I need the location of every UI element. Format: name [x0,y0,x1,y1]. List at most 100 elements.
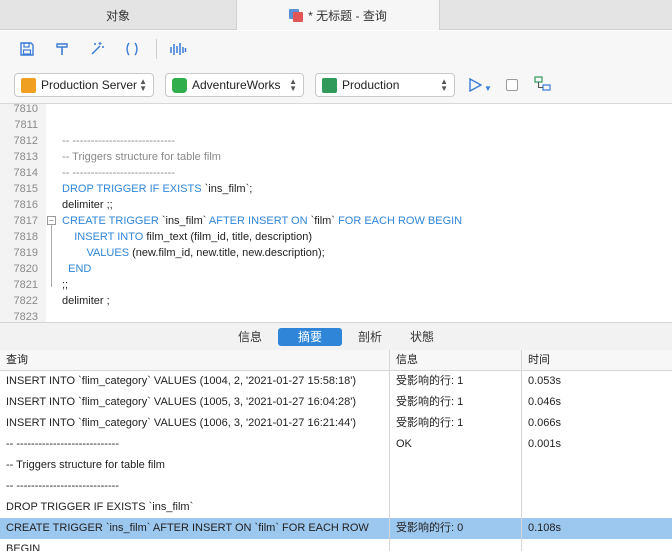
time-cell[interactable]: 0.108s [521,518,672,539]
message-cell[interactable] [389,497,521,518]
table-row[interactable]: INSERT INTO `flim_category` VALUES (1005… [0,392,672,413]
message-cell[interactable] [389,539,521,551]
query-cell[interactable]: INSERT INTO `flim_category` VALUES (1005… [0,392,389,413]
sql-keyword: DROP TRIGGER IF EXISTS [62,183,202,195]
code-line-delimiter-reset: delimiter ; [62,295,110,307]
message-cell[interactable] [389,476,521,497]
time-cell[interactable]: 0.066s [521,413,672,434]
editor-line: 7820 END [0,261,672,277]
table-row[interactable]: CREATE TRIGGER `ins_film` AFTER INSERT O… [0,518,672,539]
message-cell[interactable]: 受影响的行: 0 [389,518,521,539]
query-toolbar [0,31,672,67]
code-line-double-semicolon: ;; [62,279,69,291]
editor-line: 7819 VALUES (new.film_id, new.title, new… [0,245,672,261]
query-cell[interactable]: BEGIN [0,539,389,551]
tab-summary[interactable]: 摘要 [277,327,342,346]
explain-tree-icon [534,75,551,91]
database-select[interactable]: AdventureWorks ▲ ▼ [165,73,304,97]
time-cell[interactable] [521,455,672,476]
sql-text: `ins_film`; [201,183,253,195]
sql-editor[interactable]: 7810 7811 7812 -- -----------------------… [0,104,672,322]
code-comment: -- ---------------------------- [62,135,175,147]
explain-button[interactable] [534,75,552,95]
table-row[interactable]: -- ---------------------------- [0,476,672,497]
time-cell[interactable] [521,497,672,518]
query-cell[interactable]: -- ---------------------------- [0,434,389,455]
query-cell[interactable]: -- Triggers structure for table film [0,455,389,476]
sql-text: `ins_film` [158,215,209,227]
line-number: 7813 [13,151,38,163]
fold-toggle-icon[interactable]: − [47,216,56,225]
code-line-end: END [62,261,91,277]
column-header-message[interactable]: 信息 [389,350,521,371]
editor-line: 7817− CREATE TRIGGER `ins_film` AFTER INS… [0,213,672,229]
editor-line: 7815 DROP TRIGGER IF EXISTS `ins_film`; [0,181,672,197]
tab-objects[interactable]: 对象 [0,0,236,30]
code-comment: -- Triggers structure for table film [62,151,221,163]
query-cell[interactable]: DROP TRIGGER IF EXISTS `ins_film` [0,497,389,518]
message-cell[interactable]: 受影响的行: 1 [389,413,521,434]
tab-query[interactable]: * 无标题 - 查询 [236,0,440,30]
line-number: 7816 [13,199,38,211]
query-cell[interactable]: INSERT INTO `flim_category` VALUES (1006… [0,413,389,434]
query-cell[interactable]: INSERT INTO `flim_category` VALUES (1004… [0,371,389,392]
time-cell[interactable] [521,539,672,551]
table-row[interactable]: INSERT INTO `flim_category` VALUES (1006… [0,413,672,434]
schema-select[interactable]: Production ▲ ▼ [315,73,455,97]
column-header-time[interactable]: 时间 [521,350,672,371]
audio-bars-icon [170,43,187,55]
text-tools-button[interactable] [165,36,191,62]
editor-line: 7814 -- ---------------------------- [0,165,672,181]
time-cell[interactable] [521,476,672,497]
database-icon [172,77,187,93]
time-cell[interactable]: 0.053s [521,371,672,392]
tab-profile[interactable]: 剖析 [346,328,394,346]
parentheses-icon [126,42,138,56]
query-document-icon [289,8,304,22]
connection-bar: Production Server ▲ ▼ AdventureWorks ▲ ▼ P… [0,67,672,104]
code-line-values: VALUES (new.film_id, new.title, new.desc… [62,245,324,261]
code-line-delimiter: delimiter ;; [62,199,113,211]
schema-select-value: Production [342,78,400,92]
table-row[interactable]: BEGIN [0,539,672,551]
time-cell[interactable]: 0.001s [521,434,672,455]
fold-guide-line [51,225,52,287]
run-dropdown-icon[interactable]: ▼ [484,84,492,93]
tab-message[interactable]: 信息 [226,328,274,346]
table-row[interactable]: INSERT INTO `flim_category` VALUES (1004… [0,371,672,392]
run-button[interactable]: ▼ [468,78,492,93]
beautify-sql-button[interactable] [84,36,110,62]
table-row[interactable]: -- ---------------------------- OK 0.001s [0,434,672,455]
column-header-query[interactable]: 查询 [0,350,389,371]
line-number: 7823 [13,311,38,322]
line-number: 7821 [13,279,38,291]
table-row[interactable]: -- Triggers structure for table film [0,455,672,476]
toolbar-divider [156,39,157,59]
save-button[interactable] [14,36,40,62]
message-cell[interactable] [389,455,521,476]
table-row[interactable]: DROP TRIGGER IF EXISTS `ins_film` [0,497,672,518]
query-cell[interactable]: -- ---------------------------- [0,476,389,497]
message-cell[interactable]: 受影响的行: 1 [389,371,521,392]
message-cell[interactable]: 受影响的行: 1 [389,392,521,413]
stop-button[interactable] [505,79,518,91]
tab-status[interactable]: 状態 [398,328,446,346]
select-arrows-icon: ▲ ▼ [139,77,147,93]
server-icon [21,77,36,93]
code-snippet-button[interactable] [119,36,145,62]
query-builder-button[interactable] [49,36,75,62]
query-cell[interactable]: CREATE TRIGGER `ins_film` AFTER INSERT O… [0,518,389,539]
editor-line: 7811 [0,117,672,133]
message-cell[interactable]: OK [389,434,521,455]
editor-line: 7813 -- Triggers structure for table film [0,149,672,165]
time-cell[interactable]: 0.046s [521,392,672,413]
line-number: 7822 [13,295,38,307]
sql-text: film_text (film_id, title, description) [143,231,313,243]
database-select-value: AdventureWorks [192,78,281,92]
line-number: 7819 [13,247,38,259]
code-line-drop-trigger: DROP TRIGGER IF EXISTS `ins_film`; [62,181,252,197]
sql-keyword: CREATE TRIGGER [62,215,159,227]
server-select[interactable]: Production Server ▲ ▼ [14,73,154,97]
